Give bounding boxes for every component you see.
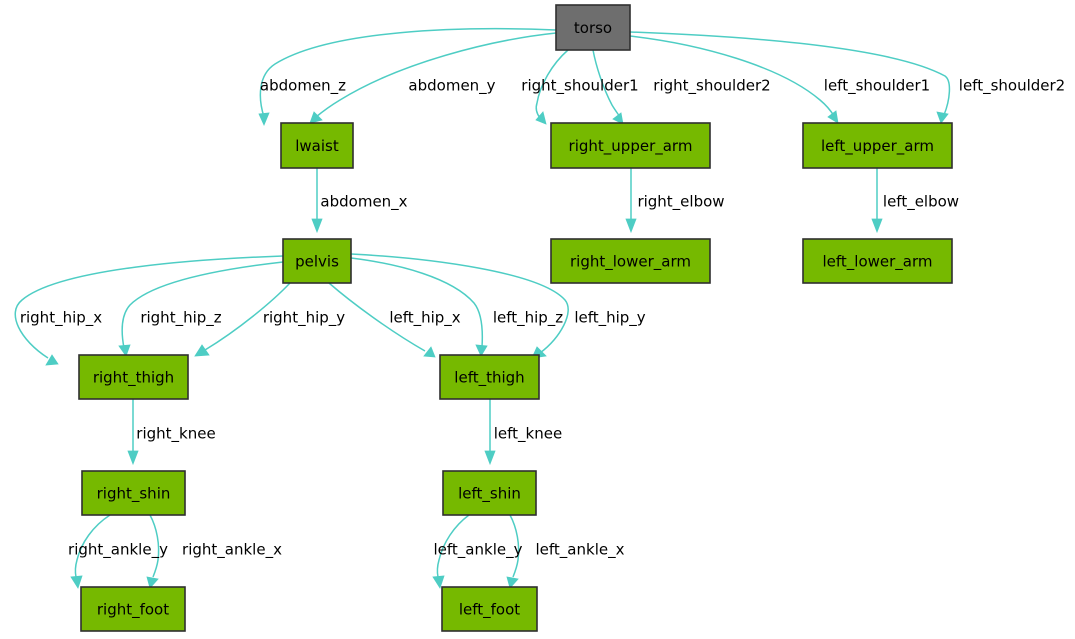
edge-label-left_knee: left_knee	[494, 425, 562, 444]
arrowhead-icon	[194, 344, 210, 357]
node-label: lwaist	[295, 137, 339, 155]
edge-label-right_knee: right_knee	[136, 425, 215, 444]
edge-right_upper_arm-to-right_lower_arm	[625, 168, 637, 234]
node-label: left_shin	[458, 485, 521, 504]
edge-label-right_shoulder2: right_shoulder2	[653, 77, 770, 96]
node-label: right_foot	[97, 601, 169, 620]
arrowhead-icon	[625, 218, 637, 234]
edge-label-abdomen_x: abdomen_x	[320, 193, 407, 212]
edge-curve	[14, 255, 284, 359]
kinematic-tree-graph: torso lwaist right_upper_arm left_upper_arm…	[14, 4, 1065, 632]
node-right_foot[interactable]: right_foot	[80, 586, 186, 632]
edge-label-right_shoulder1: right_shoulder1	[521, 77, 638, 96]
edge-curve	[629, 31, 951, 116]
arrowhead-icon	[311, 218, 323, 234]
node-label: left_foot	[459, 601, 520, 620]
node-lwaist[interactable]: lwaist	[280, 122, 354, 169]
edge-label-abdomen_z: abdomen_z	[260, 77, 346, 96]
edge-label-left_ankle_x: left_ankle_x	[536, 541, 625, 560]
node-left_shin[interactable]: left_shin	[442, 470, 537, 516]
node-torso[interactable]: torso	[555, 4, 631, 51]
node-label: right_thigh	[93, 369, 174, 388]
edge-curve	[350, 257, 484, 348]
node-label: left_lower_arm	[822, 253, 932, 272]
arrowhead-icon	[484, 450, 496, 466]
edge-pelvis-to-left_thigh	[350, 253, 569, 359]
arrowhead-icon	[45, 354, 59, 366]
edge-label-left_hip_z: left_hip_z	[493, 309, 563, 328]
node-pelvis[interactable]: pelvis	[282, 238, 352, 284]
edge-pelvis-to-left_thigh	[350, 257, 488, 357]
arrowhead-icon	[871, 218, 883, 234]
arrowhead-icon	[423, 346, 436, 358]
edge-label-left_elbow: left_elbow	[883, 193, 959, 212]
edge-curve	[315, 32, 557, 118]
edge-label-right_hip_x: right_hip_x	[20, 309, 102, 328]
node-label: pelvis	[295, 253, 339, 271]
edge-label-right_hip_z: right_hip_z	[140, 309, 221, 328]
node-right_upper_arm[interactable]: right_upper_arm	[550, 122, 711, 169]
node-label: right_upper_arm	[569, 137, 693, 156]
edge-curve	[350, 253, 569, 354]
node-label: left_thigh	[454, 369, 524, 388]
node-left_thigh[interactable]: left_thigh	[439, 354, 540, 400]
node-label: right_shin	[97, 485, 171, 504]
diagram-canvas: torso lwaist right_upper_arm left_upper_arm…	[0, 0, 1075, 639]
node-label: torso	[574, 19, 612, 37]
arrowhead-icon	[258, 112, 270, 127]
node-left_foot[interactable]: left_foot	[441, 586, 538, 632]
node-label: left_upper_arm	[821, 137, 934, 156]
edge-label-right_elbow: right_elbow	[637, 193, 724, 212]
arrowhead-icon	[127, 450, 139, 466]
edge-label-right_hip_y: right_hip_y	[263, 309, 345, 328]
edge-label-abdomen_y: abdomen_y	[408, 77, 495, 96]
edge-label-left_hip_y: left_hip_y	[574, 309, 645, 328]
edge-curve	[259, 28, 557, 118]
edge-label-left_shoulder2: left_shoulder2	[959, 77, 1065, 96]
arrowhead-icon	[827, 110, 839, 124]
edge-label-left_shoulder1: left_shoulder1	[824, 77, 930, 96]
edge-label-right_ankle_y: right_ankle_y	[68, 541, 168, 560]
edge-label-left_hip_x: left_hip_x	[389, 309, 460, 328]
edge-curve	[121, 261, 284, 349]
edge-left_upper_arm-to-left_lower_arm	[871, 168, 883, 234]
edge-label-left_ankle_y: left_ankle_y	[434, 541, 523, 560]
node-right_lower_arm[interactable]: right_lower_arm	[550, 238, 711, 284]
edge-label-right_ankle_x: right_ankle_x	[182, 541, 282, 560]
node-left_lower_arm[interactable]: left_lower_arm	[802, 238, 953, 284]
node-left_upper_arm[interactable]: left_upper_arm	[802, 122, 953, 169]
node-right_thigh[interactable]: right_thigh	[78, 354, 189, 400]
arrowhead-icon	[936, 111, 949, 124]
node-right_shin[interactable]: right_shin	[81, 470, 186, 516]
node-label: right_lower_arm	[570, 253, 691, 272]
